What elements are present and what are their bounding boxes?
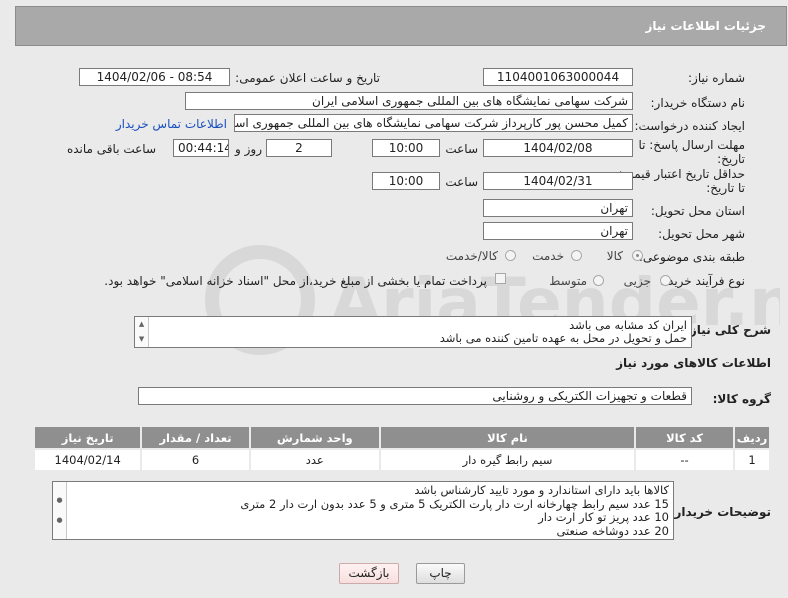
creator-label: ایجاد کننده درخواست: [634,119,745,133]
description-scrollbar[interactable]: ▲ ▼ [135,317,149,347]
buyer-contact-link[interactable]: اطلاعات تماس خریدار [116,117,227,131]
goods-section-title: اطلاعات کالاهای مورد نیاز [616,356,771,370]
buyer-notes-textarea[interactable]: ● ● کالاها باید دارای استاندارد و مورد تا… [52,481,674,540]
goods-table: ردیف کد کالا نام کالا واحد شمارش تعداد /… [32,425,771,472]
table-row: 1 -- سیم رابط گیره دار عدد 6 1404/02/14 [32,448,771,472]
price-time-label: ساعت [445,175,478,189]
buyer-note-line: کالاها باید دارای استاندارد و مورد تایید… [414,483,669,497]
category-option-goods: کالا [606,249,623,263]
reply-date-field: 1404/02/08 [483,139,633,157]
treasury-payment-checkbox[interactable] [495,273,506,284]
price-date-field: 1404/02/31 [483,172,633,190]
province-label: استان محل تحویل: [650,204,745,218]
days-field: 2 [266,139,332,157]
cell-name: سیم رابط گیره دار [378,448,637,472]
cell-code: -- [634,448,736,472]
buyer-org-label: نام دستگاه خریدار: [650,96,746,110]
cell-row: 1 [733,448,771,472]
process-radio-medium[interactable] [593,275,604,286]
reply-time-field: 10:00 [372,139,440,157]
city-label: شهر محل تحویل: [658,227,745,241]
announce-datetime-label: تاریخ و ساعت اعلان عمومی: [235,71,380,85]
reply-deadline-label: مهلت ارسال پاسخ: تا تاریخ: [638,138,745,166]
description-textarea[interactable]: ▲ ▼ ایران کد مشابه می باشد حمل و تحویل در… [134,316,692,348]
need-number-label: شماره نیاز: [688,71,745,85]
announce-datetime-field: 1404/02/06 - 08:54 [79,68,230,86]
need-number-field: 1104001063000044 [483,68,633,86]
buyer-note-line: 20 عدد دوشاخه صنعتی [556,523,669,538]
scroll-up-icon[interactable]: ▲ [139,318,144,331]
description-line: حمل و تحویل در محل به عهده تامین کننده م… [439,331,687,345]
goods-group-label: گروه کالا: [712,392,771,406]
process-option-medium: متوسط [549,274,587,288]
header-bar: جزئیات اطلاعات نیاز [15,6,787,46]
page-title: جزئیات اطلاعات نیاز [645,19,766,33]
col-name: نام کالا [378,425,637,450]
col-qty: تعداد / مقدار [140,425,251,450]
buyer-note-line: 10 عدد پریز تو کار ارت دار [538,510,669,524]
category-label: طبقه بندی موضوعی: [638,250,745,264]
category-radio-service[interactable] [571,250,582,261]
cell-date: 1404/02/14 [32,448,143,472]
treasury-payment-note: پرداخت تمام یا بخشی از مبلغ خرید،از محل … [104,274,487,288]
process-type-label: نوع فرآیند خرید : [660,274,745,288]
buyer-org-field: شرکت سهامی نمایشگاه های بین المللی جمهور… [185,92,633,110]
price-time-field: 10:00 [372,172,440,190]
remaining-time-label: ساعت باقی مانده [66,142,156,156]
print-button[interactable]: چاپ [416,563,465,584]
province-field: تهران [483,199,633,217]
cell-unit: عدد [248,448,381,472]
city-field: تهران [483,222,633,240]
col-date: تاریخ نیاز [32,425,143,450]
days-label: روز و [235,142,262,156]
reply-time-label: ساعت [445,142,478,156]
buyer-notes-scrollbar[interactable]: ● ● [53,482,67,539]
creator-field: کمیل محسن پور کارپرداز شرکت سهامی نمایشگ… [234,114,633,132]
category-option-service: خدمت [532,249,564,263]
goods-group-field: قطعات و تجهیزات الکتریکی و روشنایی [138,387,692,405]
category-radio-goods-service[interactable] [505,250,516,261]
description-label: شرح کلی نیاز: [685,323,771,337]
col-row: ردیف [733,425,771,450]
category-radio-goods[interactable] [632,250,643,261]
process-option-minor: جزیی [623,274,651,288]
category-option-goods-service: کالا/خدمت [445,249,498,263]
goods-table-header: ردیف کد کالا نام کالا واحد شمارش تعداد /… [32,425,771,450]
buyer-notes-label: توضیحات خریدار: [669,505,771,519]
scroll-down-icon[interactable]: ▼ [139,333,144,346]
cell-qty: 6 [140,448,251,472]
scroll-dot-icon[interactable]: ● [56,514,62,528]
price-validity-label: حداقل تاریخ اعتبار قیمت: تا تاریخ: [618,167,745,195]
col-unit: واحد شمارش [248,425,381,450]
col-code: کد کالا [634,425,736,450]
remaining-time-field: 00:44:14 [173,139,229,157]
back-button[interactable]: بازگشت [339,563,399,584]
buyer-note-line: 15 عدد سیم رابط چهارخانه ارت دار پارت ال… [240,496,669,511]
process-radio-minor[interactable] [660,275,671,286]
scroll-dot-icon[interactable]: ● [56,494,62,508]
